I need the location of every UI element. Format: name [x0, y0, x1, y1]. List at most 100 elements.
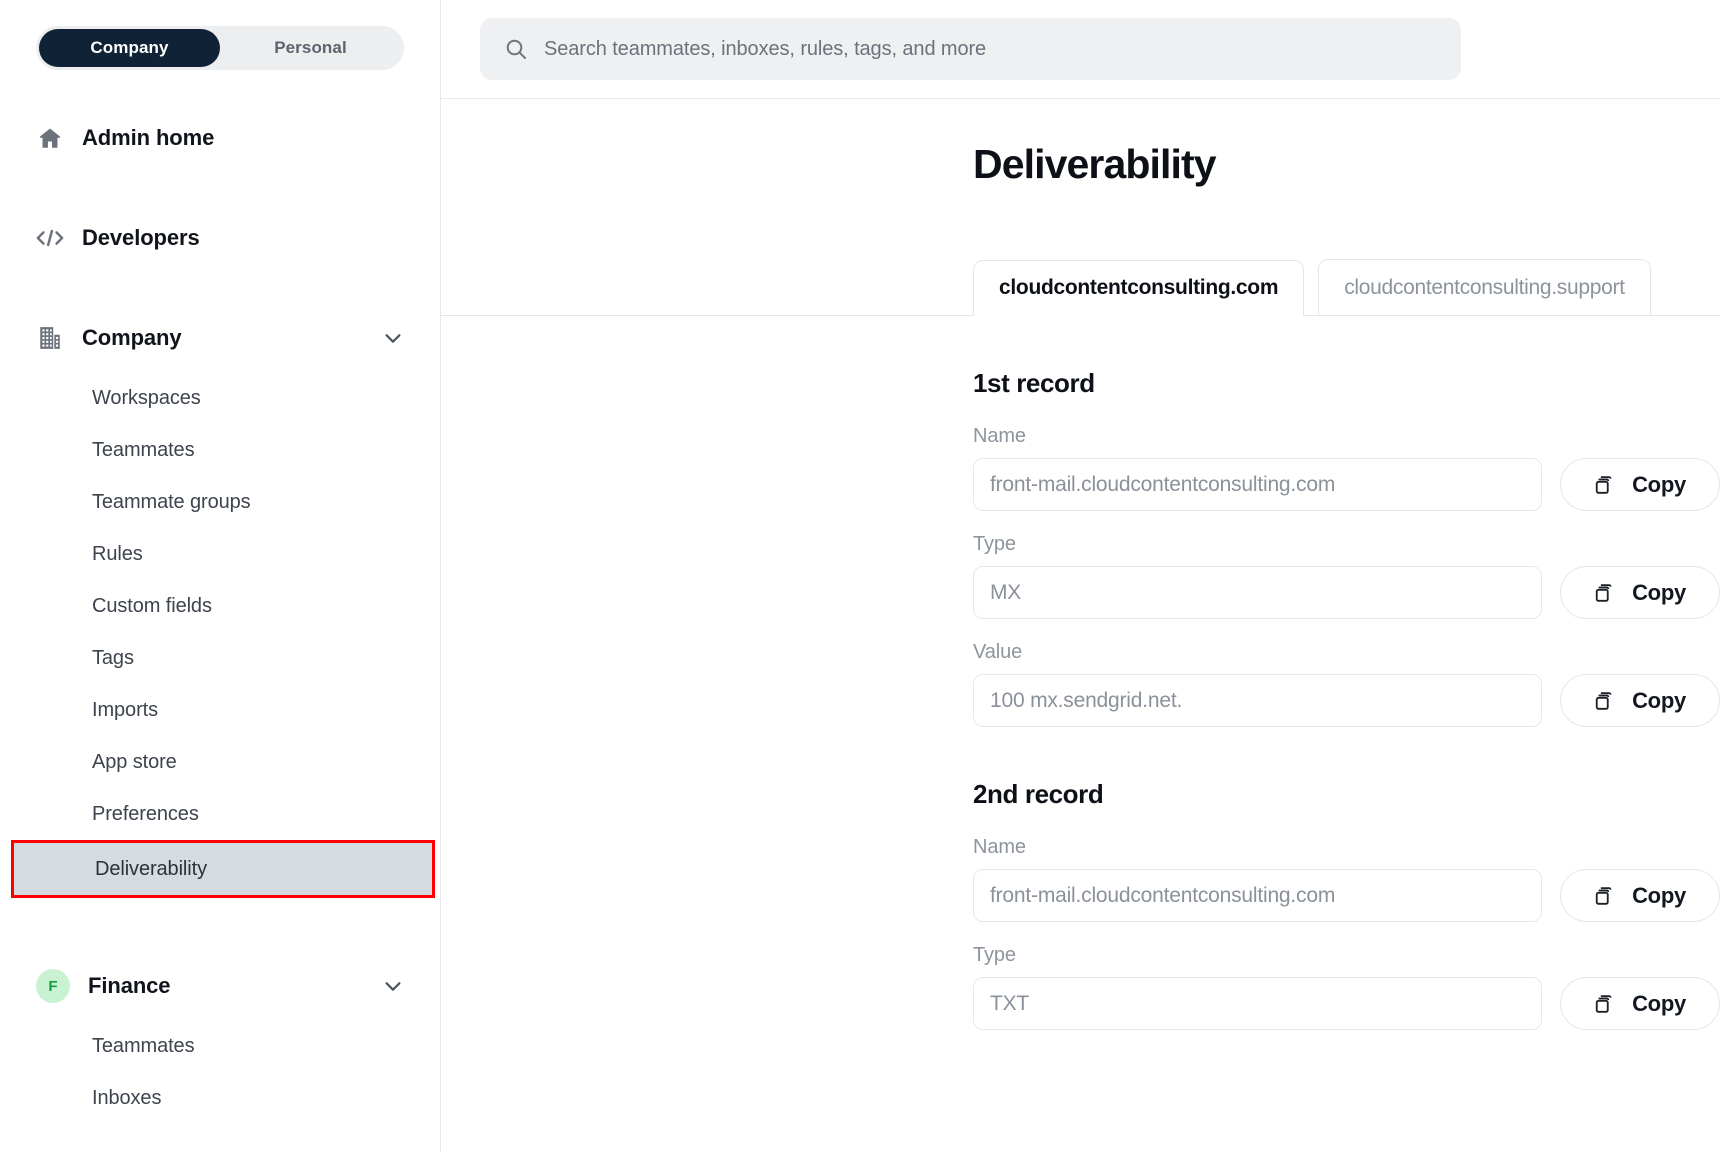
copy-icon	[1594, 690, 1616, 712]
record-2-name-copy-button[interactable]: Copy	[1560, 869, 1720, 922]
sidebar-item-developers-label: Developers	[82, 225, 200, 250]
sidebar-item-workspaces-label: Workspaces	[92, 386, 201, 409]
finance-avatar-initial: F	[48, 977, 58, 995]
sidebar-group-finance[interactable]: F Finance	[0, 958, 440, 1014]
finance-group-children: Teammates Inboxes	[0, 1020, 440, 1124]
chevron-down-icon-finance[interactable]	[382, 975, 404, 997]
sidebar-item-app-store[interactable]: App store	[0, 736, 440, 788]
record-1-value-copy-button[interactable]: Copy	[1560, 674, 1720, 727]
tab-cloudcontentconsulting-com-label: cloudcontentconsulting.com	[999, 276, 1279, 299]
sidebar-group-company[interactable]: Company	[0, 310, 440, 366]
scope-tab-company-label: Company	[90, 38, 169, 57]
sidebar-item-preferences[interactable]: Preferences	[0, 788, 440, 840]
record-1-value-label: Value	[973, 641, 1023, 663]
record-1-value-row: 100 mx.sendgrid.net. Copy	[973, 674, 1720, 727]
search-input[interactable]: Search teammates, inboxes, rules, tags, …	[480, 18, 1461, 80]
record-1-value-copy-label: Copy	[1632, 687, 1686, 713]
record-1-name-input[interactable]: front-mail.cloudcontentconsulting.com	[973, 458, 1542, 511]
scope-tab-personal[interactable]: Personal	[220, 29, 401, 67]
record-1-name-row: front-mail.cloudcontentconsulting.com Co…	[973, 458, 1720, 511]
sidebar-item-admin-home-label: Admin home	[82, 125, 215, 150]
record-1-type-copy-label: Copy	[1632, 579, 1686, 605]
sidebar-item-teammate-groups[interactable]: Teammate groups	[0, 476, 440, 528]
record-1-type-row: MX Copy	[973, 566, 1720, 619]
nav-spacer-2	[0, 266, 440, 310]
record-1-name-copy-button[interactable]: Copy	[1560, 458, 1720, 511]
record-1-type-label: Type	[973, 533, 1016, 555]
record-2-name-row: front-mail.cloudcontentconsulting.com Co…	[973, 869, 1720, 922]
domain-tabs: cloudcontentconsulting.com cloudcontentc…	[441, 259, 1720, 316]
sidebar-item-developers[interactable]: Developers	[0, 210, 440, 266]
sidebar-item-finance-inboxes-label: Inboxes	[92, 1086, 162, 1109]
sidebar-item-rules-label: Rules	[92, 542, 143, 565]
company-group-children: Workspaces Teammates Teammate groups Rul…	[0, 372, 440, 898]
sidebar-group-company-label: Company	[82, 325, 182, 350]
record-1-value-input[interactable]: 100 mx.sendgrid.net.	[973, 674, 1542, 727]
sidebar-item-imports-label: Imports	[92, 698, 158, 721]
record-2-name-copy-label: Copy	[1632, 882, 1686, 908]
record-1-field-value: Value 100 mx.sendgrid.net. Copy	[973, 641, 1720, 727]
page-title: Deliverability	[973, 141, 1217, 187]
code-icon	[36, 224, 64, 252]
copy-icon	[1594, 993, 1616, 1015]
sidebar-item-finance-teammates[interactable]: Teammates	[0, 1020, 440, 1072]
search-icon	[504, 37, 528, 61]
sidebar-item-preferences-label: Preferences	[92, 802, 199, 825]
record-2-title: 2nd record	[973, 779, 1104, 809]
sidebar-item-custom-fields-label: Custom fields	[92, 594, 212, 617]
sidebar-item-teammates-label: Teammates	[92, 438, 195, 461]
sidebar-item-deliverability[interactable]: Deliverability	[14, 843, 432, 895]
record-1-name-label: Name	[973, 425, 1026, 447]
sidebar-item-custom-fields[interactable]: Custom fields	[0, 580, 440, 632]
tab-cloudcontentconsulting-support[interactable]: cloudcontentconsulting.support	[1318, 259, 1651, 315]
sidebar-group-finance-label: Finance	[88, 973, 171, 998]
sidebar-item-tags-label: Tags	[92, 646, 134, 669]
record-2-name-input[interactable]: front-mail.cloudcontentconsulting.com	[973, 869, 1542, 922]
sidebar-nav: Admin home Developers Company Workspaces…	[0, 110, 440, 1124]
record-1-field-type: Type MX Copy	[973, 533, 1720, 619]
building-icon	[36, 324, 64, 352]
record-1-type-input[interactable]: MX	[973, 566, 1542, 619]
record-2-type-label: Type	[973, 944, 1016, 966]
record-2-type-input[interactable]: TXT	[973, 977, 1542, 1030]
scope-tab-company[interactable]: Company	[39, 29, 220, 67]
record-2: 2nd record Name front-mail.cloudcontentc…	[973, 779, 1720, 1030]
record-1-type-copy-button[interactable]: Copy	[1560, 566, 1720, 619]
sidebar-item-app-store-label: App store	[92, 750, 177, 773]
scope-tab-personal-label: Personal	[274, 38, 347, 57]
sidebar-item-finance-teammates-label: Teammates	[92, 1034, 195, 1057]
record-2-name-label: Name	[973, 836, 1026, 858]
chevron-down-icon[interactable]	[382, 327, 404, 349]
sidebar-item-workspaces[interactable]: Workspaces	[0, 372, 440, 424]
record-1: 1st record Name front-mail.cloudcontentc…	[973, 368, 1720, 727]
record-1-field-name: Name front-mail.cloudcontentconsulting.c…	[973, 425, 1720, 511]
sidebar-item-tags[interactable]: Tags	[0, 632, 440, 684]
app-root: Company Personal Admin home Developers C…	[0, 0, 1720, 1152]
home-icon	[36, 124, 64, 152]
record-1-title: 1st record	[973, 368, 1095, 398]
record-2-field-name: Name front-mail.cloudcontentconsulting.c…	[973, 836, 1720, 922]
top-bar: Search teammates, inboxes, rules, tags, …	[441, 0, 1720, 99]
sidebar-item-finance-inboxes[interactable]: Inboxes	[0, 1072, 440, 1124]
sidebar-item-teammates[interactable]: Teammates	[0, 424, 440, 476]
tab-cloudcontentconsulting-support-label: cloudcontentconsulting.support	[1344, 275, 1625, 299]
copy-icon	[1594, 885, 1616, 907]
sidebar-item-deliverability-label: Deliverability	[95, 857, 207, 880]
record-2-type-copy-button[interactable]: Copy	[1560, 977, 1720, 1030]
sidebar-item-admin-home[interactable]: Admin home	[0, 110, 440, 166]
record-2-field-type: Type TXT Copy	[973, 944, 1720, 1030]
copy-icon	[1594, 474, 1616, 496]
content-scroll-area: Deliverability cloudcontentconsulting.co…	[441, 99, 1720, 1152]
sidebar-item-imports[interactable]: Imports	[0, 684, 440, 736]
nav-spacer-3	[0, 898, 440, 958]
search-placeholder: Search teammates, inboxes, rules, tags, …	[544, 37, 987, 60]
record-2-type-copy-label: Copy	[1632, 990, 1686, 1016]
record-2-type-row: TXT Copy	[973, 977, 1720, 1030]
sidebar-item-teammate-groups-label: Teammate groups	[92, 490, 251, 513]
tab-cloudcontentconsulting-com[interactable]: cloudcontentconsulting.com	[973, 260, 1305, 316]
deliverability-highlight-box: Deliverability	[11, 840, 435, 898]
nav-spacer-1	[0, 166, 440, 210]
sidebar: Company Personal Admin home Developers C…	[0, 0, 441, 1152]
workspace-scope-toggle[interactable]: Company Personal	[36, 26, 404, 70]
sidebar-item-rules[interactable]: Rules	[0, 528, 440, 580]
